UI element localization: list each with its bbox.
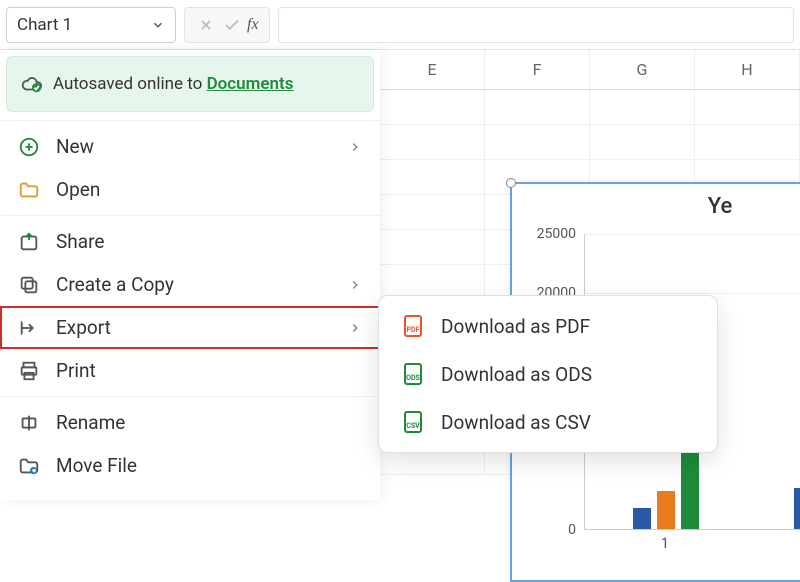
resize-handle[interactable] [506, 178, 516, 188]
y-tick: 0 [568, 522, 576, 538]
column-headers: E F G H [380, 50, 800, 90]
chevron-right-icon [348, 321, 362, 335]
svg-text:ODS: ODS [406, 374, 420, 382]
submenu-label: Download as ODS [441, 363, 592, 386]
menu-label: Create a Copy [56, 273, 332, 296]
file-menu: Autosaved online to Documents New Open S… [0, 50, 380, 500]
chart-title: Ye [512, 184, 800, 219]
menu-label: Print [56, 359, 362, 382]
menu-item-print[interactable]: Print [0, 349, 380, 392]
submenu-label: Download as PDF [441, 315, 590, 338]
menu-label: Open [56, 178, 362, 201]
file-pdf-icon: PDF [401, 314, 425, 338]
menu-item-rename[interactable]: Rename [0, 401, 380, 444]
menu-label: Share [56, 230, 362, 253]
export-csv[interactable]: CSV Download as CSV [379, 398, 717, 446]
autosave-text: Autosaved online to Documents [53, 74, 294, 94]
autosave-link[interactable]: Documents [207, 74, 294, 94]
share-icon [18, 231, 40, 253]
x-tick: 1 [584, 534, 746, 560]
chevron-down-icon [151, 18, 165, 32]
bar [794, 488, 800, 529]
cancel-icon[interactable] [195, 14, 217, 36]
menu-item-move[interactable]: Move File [0, 444, 380, 487]
chevron-right-icon [348, 140, 362, 154]
autosave-banner: Autosaved online to Documents [6, 56, 374, 112]
export-icon [18, 317, 40, 339]
fx-icon[interactable]: fx [247, 16, 259, 34]
menu-item-export[interactable]: Export [0, 306, 380, 349]
menu-item-open[interactable]: Open [0, 168, 380, 211]
accept-icon[interactable] [221, 14, 243, 36]
formula-input[interactable] [278, 7, 794, 43]
y-tick: 25000 [537, 226, 576, 242]
plus-circle-icon [18, 136, 40, 158]
menu-item-share[interactable]: Share [0, 220, 380, 263]
name-box[interactable]: Chart 1 [6, 7, 176, 43]
col-header[interactable]: H [695, 50, 800, 89]
bar [633, 508, 651, 529]
bar [657, 491, 675, 529]
submenu-label: Download as CSV [441, 411, 591, 434]
x-tick: 2 [746, 534, 800, 560]
menu-label: Move File [56, 454, 362, 477]
folder-icon [18, 179, 40, 201]
chevron-right-icon [348, 278, 362, 292]
printer-icon [18, 360, 40, 382]
svg-text:PDF: PDF [407, 326, 420, 334]
menu-item-new[interactable]: New [0, 125, 380, 168]
bar-group [794, 269, 800, 529]
cloud-check-icon [21, 73, 43, 95]
name-box-value: Chart 1 [17, 15, 72, 35]
menu-label: Export [56, 316, 332, 339]
file-ods-icon: ODS [401, 362, 425, 386]
folder-move-icon [18, 455, 40, 477]
menu-label: Rename [56, 411, 362, 434]
formula-bar: Chart 1 fx [0, 0, 800, 50]
menu-label: New [56, 135, 332, 158]
col-header[interactable]: G [590, 50, 695, 89]
col-header[interactable]: E [380, 50, 485, 89]
export-ods[interactable]: ODS Download as ODS [379, 350, 717, 398]
file-csv-icon: CSV [401, 410, 425, 434]
menu-item-create-copy[interactable]: Create a Copy [0, 263, 380, 306]
export-submenu: PDF Download as PDF ODS Download as ODS … [378, 295, 718, 453]
svg-text:CSV: CSV [406, 422, 420, 430]
rename-icon [18, 412, 40, 434]
copy-icon [18, 274, 40, 296]
col-header[interactable]: F [485, 50, 590, 89]
x-axis: 1 2 [584, 534, 800, 560]
export-pdf[interactable]: PDF Download as PDF [379, 302, 717, 350]
formula-tools: fx [184, 7, 270, 43]
